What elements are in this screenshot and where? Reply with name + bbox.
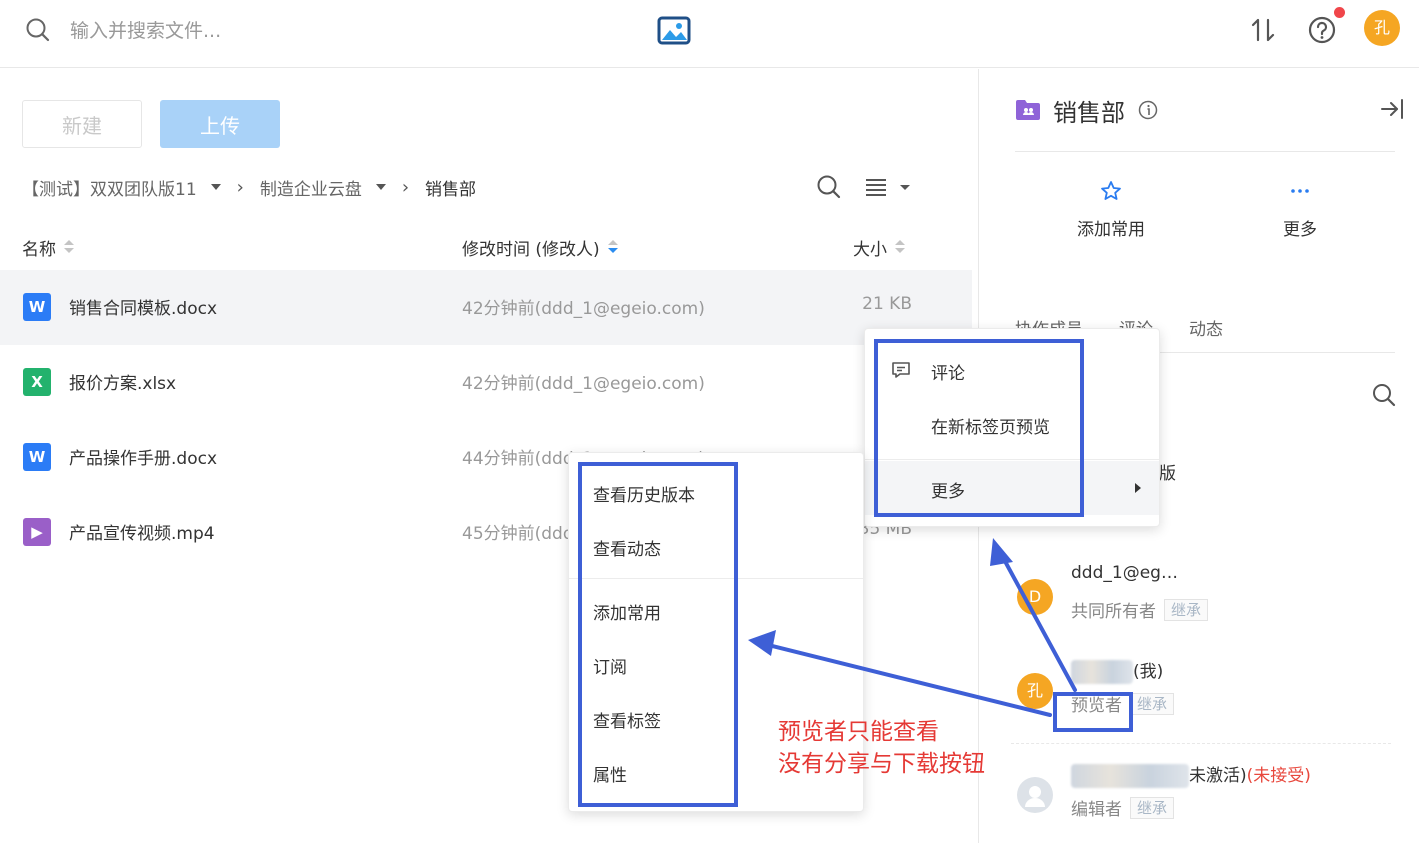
member-name: ddd_1@eg…	[1071, 563, 1178, 583]
file-name[interactable]: 产品宣传视频.mp4	[69, 519, 215, 544]
image-logo-icon	[657, 16, 691, 45]
transfer-sort-icon[interactable]	[1248, 14, 1278, 46]
word-file-icon: W	[23, 293, 51, 321]
caret-down-icon[interactable]	[210, 184, 221, 190]
inherit-badge: 继承	[1130, 796, 1175, 819]
file-name[interactable]: 产品操作手册.docx	[69, 444, 217, 469]
star-icon	[1101, 181, 1121, 200]
info-icon[interactable]	[1138, 100, 1158, 120]
search-icon[interactable]	[24, 16, 52, 44]
breadcrumb-label: 【测试】双双团队版11	[22, 179, 197, 200]
collapse-panel-icon[interactable]	[1379, 97, 1405, 121]
avatar: 孔	[1017, 673, 1053, 709]
member-role: 共同所有者 继承	[1071, 597, 1209, 622]
sort-icon[interactable]	[64, 240, 74, 254]
list-view-icon[interactable]	[864, 174, 912, 200]
annotation-box-submenu	[578, 462, 738, 807]
chevron-right-icon: ›	[401, 176, 410, 198]
breadcrumb: 【测试】双双团队版11 › 制造企业云盘 › 销售部	[22, 170, 476, 204]
word-file-icon: W	[23, 443, 51, 471]
breadcrumb-item-cloud[interactable]: 制造企业云盘	[260, 175, 386, 200]
inherit-badge: 继承	[1130, 692, 1175, 715]
panel-title: 销售部	[1053, 99, 1125, 127]
search-input[interactable]	[70, 14, 490, 48]
file-row[interactable]: X 报价方案.xlsx 42分钟前(ddd_1@egeio.com)	[0, 345, 972, 420]
member-me-label: (我)	[1133, 662, 1164, 682]
sort-icon[interactable]	[895, 240, 905, 254]
new-button[interactable]: 新建	[22, 100, 142, 148]
annotation-box-main-menu	[874, 339, 1084, 517]
file-size: 21 KB	[862, 294, 912, 314]
unaccepted-status: (未接受)	[1246, 766, 1311, 786]
folder-search-icon[interactable]	[815, 173, 843, 201]
member-item[interactable]: D ddd_1@eg… 共同所有者 继承	[1015, 563, 1395, 637]
column-header-size[interactable]: 大小	[853, 234, 905, 260]
file-name[interactable]: 报价方案.xlsx	[69, 369, 176, 394]
user-avatar[interactable]: 孔	[1364, 10, 1400, 46]
column-header-name[interactable]: 名称	[22, 234, 74, 260]
blurred-name	[1071, 764, 1189, 788]
blurred-name	[1071, 660, 1133, 684]
member-search-icon[interactable]	[1371, 382, 1397, 408]
divider	[1011, 743, 1391, 744]
column-label: 名称	[22, 239, 56, 260]
file-row[interactable]: W 销售合同模板.docx 42分钟前(ddd_1@egeio.com) 21 …	[0, 270, 972, 345]
excel-file-icon: X	[23, 368, 51, 396]
annotation-line: 预览者只能查看	[778, 719, 939, 745]
role-label: 编辑者	[1071, 800, 1122, 820]
column-label: 大小	[853, 239, 887, 260]
chevron-right-icon: ›	[236, 176, 244, 198]
inactive-label: 未激活)	[1189, 766, 1247, 786]
default-avatar-icon	[1017, 777, 1053, 813]
breadcrumb-item-current: 销售部	[425, 175, 476, 200]
annotation-box-role	[1053, 692, 1133, 732]
member-name: (我)	[1071, 657, 1163, 684]
column-label: 修改时间 (修改人)	[462, 239, 600, 260]
add-favorite-label: 添加常用	[1077, 220, 1145, 240]
file-modified-time: 42分钟前(ddd_1@egeio.com)	[462, 374, 705, 394]
help-icon[interactable]	[1306, 14, 1338, 46]
caret-down-icon[interactable]	[375, 184, 386, 190]
breadcrumb-label: 销售部	[425, 179, 477, 200]
tab-activity[interactable]: 动态	[1189, 313, 1223, 352]
column-header-modified[interactable]: 修改时间 (修改人)	[462, 234, 618, 260]
notification-dot	[1334, 7, 1345, 18]
breadcrumb-item-team[interactable]: 【测试】双双团队版11	[22, 175, 221, 200]
member-role: 编辑者 继承	[1071, 795, 1175, 820]
file-modified-time: 45分钟前(ddd	[462, 524, 574, 544]
top-bar: 孔	[0, 0, 1419, 68]
annotation-line: 没有分享与下载按钮	[778, 751, 985, 777]
more-dots-icon	[1291, 189, 1309, 193]
video-file-icon: ▶	[23, 518, 51, 546]
avatar: D	[1017, 579, 1053, 615]
annotation-note: 预览者只能查看 没有分享与下载按钮	[778, 716, 985, 780]
submenu-arrow-icon	[1135, 483, 1141, 493]
file-name[interactable]: 销售合同模板.docx	[69, 294, 217, 319]
upload-button[interactable]: 上传	[160, 100, 280, 148]
sort-desc-icon[interactable]	[607, 240, 618, 254]
member-item[interactable]: 未激活)(未接受) 编辑者 继承	[1015, 761, 1395, 835]
inherit-badge: 继承	[1164, 598, 1209, 621]
add-favorite-button[interactable]: 添加常用	[1051, 179, 1171, 240]
more-label: 更多	[1283, 220, 1317, 240]
file-modified-time: 42分钟前(ddd_1@egeio.com)	[462, 299, 705, 319]
team-edition-text: 版	[1159, 464, 1176, 484]
team-folder-icon	[1016, 100, 1040, 120]
role-label: 共同所有者	[1071, 602, 1156, 622]
breadcrumb-label: 制造企业云盘	[259, 179, 362, 200]
divider	[1015, 151, 1395, 152]
more-button[interactable]: 更多	[1240, 179, 1360, 240]
member-name: 未激活)(未接受)	[1071, 761, 1311, 788]
